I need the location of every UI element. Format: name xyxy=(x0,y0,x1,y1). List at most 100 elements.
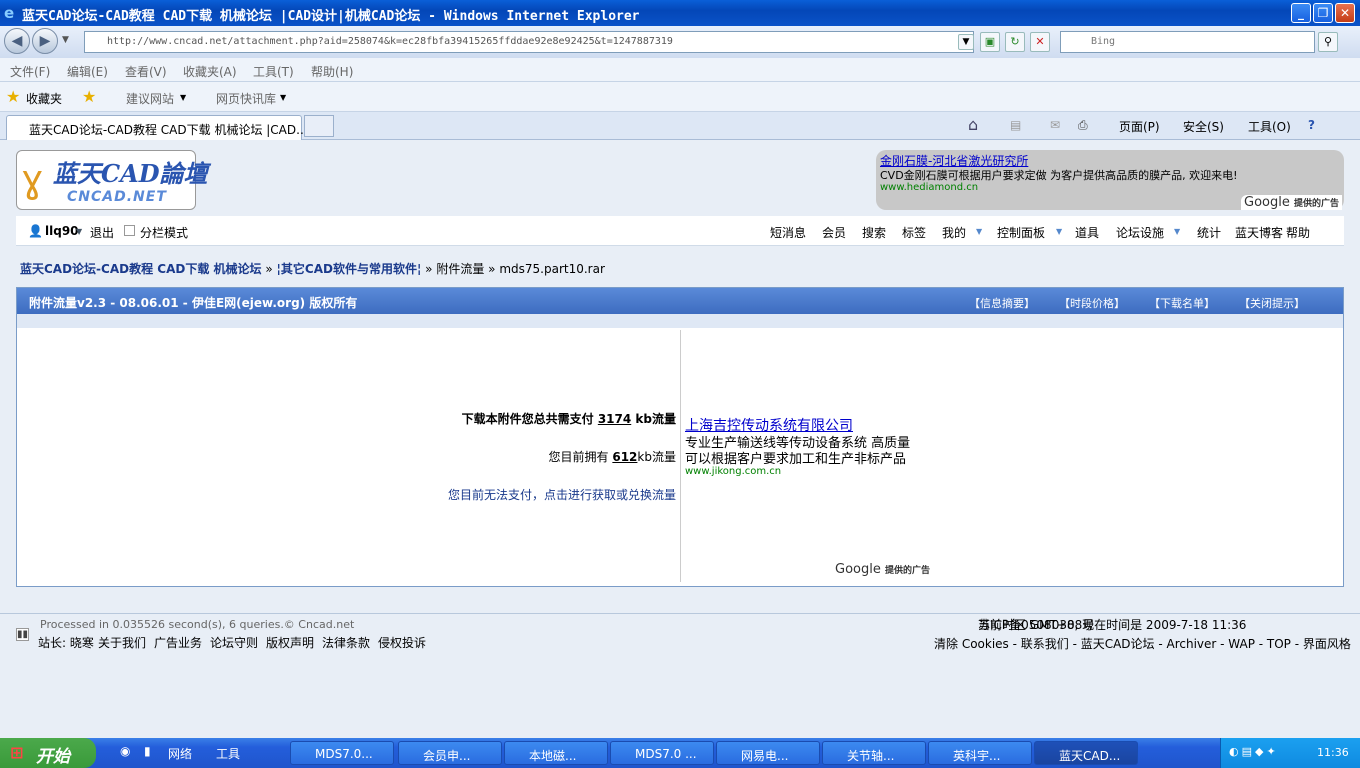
back-button[interactable]: ◀ xyxy=(4,28,30,54)
ad-url[interactable]: www.jikong.com.cn xyxy=(685,466,781,477)
cnzz-icon[interactable]: ▮▮ xyxy=(16,628,30,641)
new-tab-button[interactable] xyxy=(304,115,334,137)
cannot-pay-link[interactable]: 您目前无法支付，点击进行获取或兑换流量 xyxy=(448,486,676,503)
split-mode-link[interactable]: 分栏模式 xyxy=(140,224,188,241)
refresh-icon[interactable]: ↻ xyxy=(1005,32,1025,52)
nav-control-panel[interactable]: 控制面板 xyxy=(997,224,1045,241)
search-field[interactable]: Bing xyxy=(1060,31,1315,53)
task-button[interactable]: 蓝天CAD... xyxy=(1034,741,1138,765)
quicklaunch-icon[interactable]: ◉ xyxy=(120,744,130,758)
username-link[interactable]: llq90 xyxy=(45,224,79,238)
nav-mine[interactable]: 我的 xyxy=(942,224,966,241)
nav-items[interactable]: 道具 xyxy=(1075,224,1099,241)
safety-menu[interactable]: 安全(S) xyxy=(1183,118,1224,135)
checkbox-icon[interactable] xyxy=(124,225,135,236)
dropdown-icon[interactable]: ▼ xyxy=(280,93,286,102)
admin-text[interactable]: 站长: 晓寒 xyxy=(38,634,94,651)
print-icon[interactable]: ⎙ xyxy=(1078,118,1088,133)
nav-messages[interactable]: 短消息 xyxy=(770,224,806,241)
tray-icons[interactable]: ◐▤◆✦ xyxy=(1229,745,1279,758)
page-menu[interactable]: 页面(P) xyxy=(1119,118,1160,135)
nav-facilities[interactable]: 论坛设施 xyxy=(1116,224,1164,241)
google-ad-badge[interactable]: Google 提供的广告 xyxy=(1241,195,1342,210)
footer-infringe[interactable]: 侵权投诉 xyxy=(378,634,426,651)
home-icon[interactable]: ⌂ xyxy=(968,115,978,134)
menu-favorites[interactable]: 收藏夹(A) xyxy=(183,63,237,80)
mail-icon[interactable]: ✉ xyxy=(1050,118,1060,132)
footer-right-links[interactable]: 清除 Cookies - 联系我们 - 蓝天CAD论坛 - Archiver -… xyxy=(934,635,1351,652)
task-button[interactable]: 关节轴... xyxy=(822,741,926,765)
history-dropdown-icon[interactable]: ▼ xyxy=(62,35,69,45)
task-button[interactable]: 英科宇... xyxy=(928,741,1032,765)
nav-help[interactable]: 帮助 xyxy=(1286,224,1310,241)
footer-about[interactable]: 关于我们 xyxy=(98,634,146,651)
compat-view-icon[interactable]: ▣ xyxy=(980,32,1000,52)
panel-header: 附件流量v2.3 - 08.06.01 - 伊佳E网(ejew.org) 版权所… xyxy=(17,288,1343,314)
windows-flag-icon: ⊞ xyxy=(10,743,24,762)
tools-menu[interactable]: 工具(O) xyxy=(1248,118,1291,135)
close-button[interactable]: ✕ xyxy=(1335,3,1355,23)
start-button[interactable]: ⊞ 开始 xyxy=(0,738,96,768)
link-close[interactable]: 【关闭提示】 xyxy=(1239,295,1305,311)
tab-label: 蓝天CAD论坛-CAD教程 CAD下载 机械论坛 |CAD... xyxy=(29,123,308,137)
nav-tags[interactable]: 标签 xyxy=(902,224,926,241)
site-logo[interactable]: ɣ 蓝天CAD論壇 CNCAD.NET xyxy=(16,150,208,210)
crumb-sub[interactable]: ¦其它CAD软件与常用软件¦ xyxy=(277,262,422,276)
logo-subtitle: CNCAD.NET xyxy=(67,189,167,205)
ie-icon: e xyxy=(4,4,15,22)
help-icon[interactable]: ? xyxy=(1308,118,1315,132)
quicklaunch-icon[interactable]: ▮ xyxy=(144,744,151,758)
nav-stats[interactable]: 统计 xyxy=(1197,224,1221,241)
logout-link[interactable]: 退出 xyxy=(90,224,114,241)
feeds-icon[interactable]: ▤ xyxy=(1010,118,1021,132)
suggested-sites-link[interactable]: 建议网站 xyxy=(126,90,174,107)
task-button[interactable]: 本地磁... xyxy=(504,741,608,765)
net-toolbar[interactable]: 网络 xyxy=(168,745,192,762)
add-favorite-icon[interactable]: ★ xyxy=(82,87,96,106)
menu-tools[interactable]: 工具(T) xyxy=(253,63,294,80)
stop-icon[interactable]: ✕ xyxy=(1030,32,1050,52)
tools-toolbar[interactable]: 工具 xyxy=(216,745,240,762)
google-ad-badge[interactable]: Google 提供的广告 xyxy=(835,562,930,577)
task-button[interactable]: MDS7.0... xyxy=(290,741,394,765)
web-slice-link[interactable]: 网页快讯库 xyxy=(216,90,276,107)
restore-button[interactable]: ❐ xyxy=(1313,3,1333,23)
crumb-page: 附件流量 xyxy=(436,262,485,276)
link-info[interactable]: 【信息摘要】 xyxy=(969,295,1035,311)
nav-search[interactable]: 搜索 xyxy=(862,224,886,241)
tab-current[interactable]: 蓝天CAD论坛-CAD教程 CAD下载 机械论坛 |CAD... xyxy=(6,115,308,140)
footer-ads[interactable]: 广告业务 xyxy=(154,634,202,651)
top-ad: 金刚石膜-河北省激光研究所 CVD金刚石膜可根据用户要求定做 为客户提供高品质的… xyxy=(876,150,1344,210)
page-content: ɣ 蓝天CAD論壇 CNCAD.NET 金刚石膜-河北省激光研究所 CVD金刚石… xyxy=(0,140,1360,738)
task-button[interactable]: 会员申... xyxy=(398,741,502,765)
nav-blog[interactable]: 蓝天博客 xyxy=(1235,224,1283,241)
title-bar: e 蓝天CAD论坛-CAD教程 CAD下载 机械论坛 |CAD设计|机械CAD论… xyxy=(0,0,1360,26)
crumb-forum[interactable]: 蓝天CAD论坛-CAD教程 CAD下载 机械论坛 xyxy=(20,262,262,276)
ad-url[interactable]: www.hediamond.cn xyxy=(880,182,978,193)
link-price[interactable]: 【时段价格】 xyxy=(1059,295,1125,311)
nav-members[interactable]: 会员 xyxy=(822,224,846,241)
menu-view[interactable]: 查看(V) xyxy=(125,63,167,80)
logo-title: 蓝天CAD論壇 xyxy=(53,159,208,188)
favorites-button[interactable]: 收藏夹 xyxy=(26,90,62,107)
address-dropdown-icon[interactable]: ▼ xyxy=(958,34,974,50)
task-button[interactable]: MDS7.0 ... xyxy=(610,741,714,765)
address-toolbar: ◀ ▶ ▼ http://www.cncad.net/attachment.ph… xyxy=(0,26,1360,58)
forward-button[interactable]: ▶ xyxy=(32,28,58,54)
address-field[interactable]: http://www.cncad.net/attachment.php?aid=… xyxy=(84,31,974,53)
dropdown-icon[interactable]: ▼ xyxy=(180,93,186,102)
footer-copyright[interactable]: 版权声明 xyxy=(266,634,314,651)
footer-legal[interactable]: 法律条款 xyxy=(322,634,370,651)
task-button[interactable]: 网易电... xyxy=(716,741,820,765)
system-tray: ◐▤◆✦ 11:36 xyxy=(1220,738,1360,768)
clock[interactable]: 11:36 xyxy=(1317,746,1349,759)
menu-edit[interactable]: 编辑(E) xyxy=(67,63,108,80)
link-list[interactable]: 【下载名单】 xyxy=(1149,295,1215,311)
menu-help[interactable]: 帮助(H) xyxy=(311,63,353,80)
ad-line2: 可以根据客户要求加工和生产非标产品 xyxy=(685,452,907,467)
footer-rules[interactable]: 论坛守则 xyxy=(210,634,258,651)
logo-mark: ɣ xyxy=(21,157,44,201)
minimize-button[interactable]: _ xyxy=(1291,3,1311,23)
search-icon[interactable]: ⚲ xyxy=(1318,32,1338,52)
menu-file[interactable]: 文件(F) xyxy=(10,63,50,80)
